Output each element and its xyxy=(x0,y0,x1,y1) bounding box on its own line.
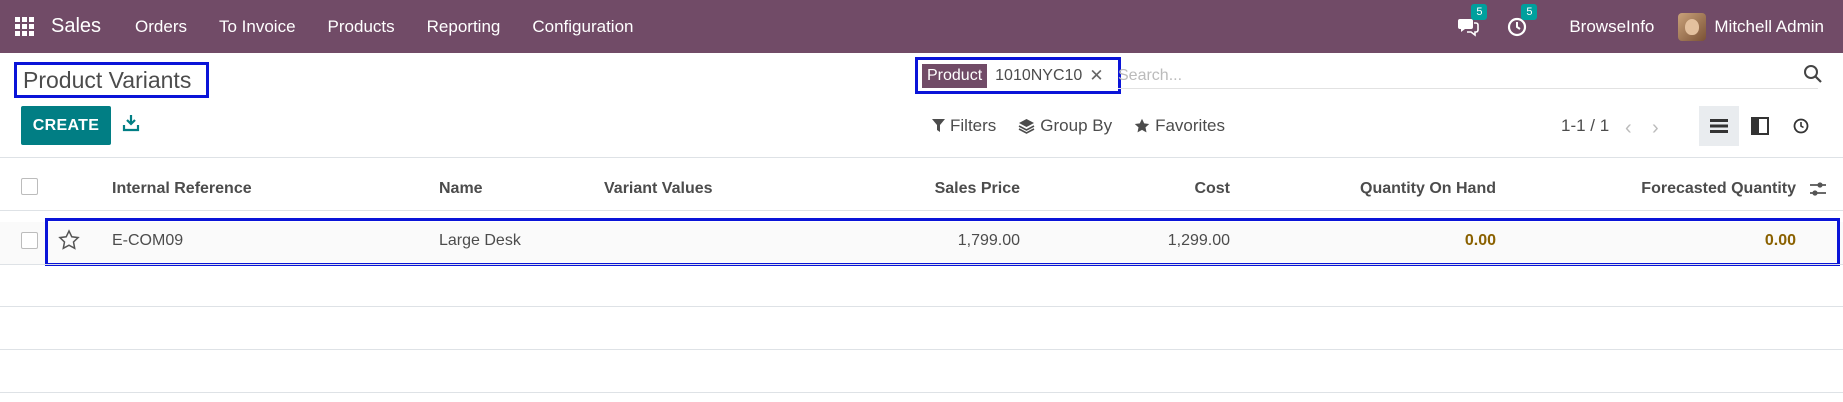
divider xyxy=(0,157,1843,158)
download-icon[interactable] xyxy=(122,114,140,132)
create-button[interactable]: CREATE xyxy=(21,106,111,145)
facet-value: 1010NYC10 xyxy=(995,67,1083,84)
list-view-button[interactable] xyxy=(1699,106,1739,146)
divider xyxy=(0,349,1843,350)
app-grid-icon[interactable] xyxy=(15,16,35,37)
clock-icon xyxy=(1508,17,1527,36)
column-header-cost[interactable]: Cost xyxy=(1030,180,1230,198)
menu-products[interactable]: Products xyxy=(312,17,411,37)
divider xyxy=(0,306,1843,307)
filters-label: Filters xyxy=(950,116,997,135)
column-header-sales-price[interactable]: Sales Price xyxy=(820,180,1020,198)
star-filled-icon xyxy=(1134,118,1150,133)
menu-to-invoice[interactable]: To Invoice xyxy=(203,17,312,37)
column-header-forecasted-quantity[interactable]: Forecasted Quantity xyxy=(1496,180,1796,198)
chevron-left-icon[interactable]: ‹ xyxy=(1625,117,1639,139)
list-icon xyxy=(1710,119,1728,133)
favorites-button[interactable]: Favorites xyxy=(1134,116,1225,136)
chevron-right-icon[interactable]: › xyxy=(1652,117,1666,139)
messages-button[interactable]: 5 xyxy=(1457,3,1488,37)
activities-badge: 5 xyxy=(1521,3,1538,20)
menu-reporting[interactable]: Reporting xyxy=(411,17,517,37)
page-title: Product Variants xyxy=(23,66,192,93)
group-by-label: Group By xyxy=(1040,116,1113,135)
activities-button[interactable]: 5 xyxy=(1507,3,1538,37)
company-switcher[interactable]: BrowseInfo xyxy=(1569,17,1654,37)
top-navbar: Sales Orders To Invoice Products Reporti… xyxy=(0,0,1843,53)
clock-icon xyxy=(1793,118,1809,134)
filter-icon xyxy=(932,119,945,132)
row-highlight xyxy=(45,218,1840,266)
divider xyxy=(0,392,1843,393)
select-all-checkbox[interactable] xyxy=(21,178,38,195)
column-header-quantity-on-hand[interactable]: Quantity On Hand xyxy=(1296,180,1496,198)
search-options: Filters Group By Favorites xyxy=(932,116,1247,136)
menu-configuration[interactable]: Configuration xyxy=(516,17,649,37)
kanban-view-button[interactable] xyxy=(1740,106,1780,146)
chat-icon xyxy=(1458,18,1480,37)
divider xyxy=(0,210,1843,211)
favorites-label: Favorites xyxy=(1155,116,1226,135)
search-input[interactable] xyxy=(1118,63,1818,89)
column-header-name[interactable]: Name xyxy=(439,180,483,198)
facet-label: Product xyxy=(922,64,988,88)
search-facet: Product 1010NYC10 ✕ xyxy=(922,64,1104,88)
divider xyxy=(0,264,1843,265)
column-settings-icon[interactable] xyxy=(1808,179,1828,199)
kanban-icon xyxy=(1751,117,1769,135)
row-checkbox[interactable] xyxy=(21,232,38,249)
column-header-variant-values[interactable]: Variant Values xyxy=(604,180,713,198)
app-name[interactable]: Sales xyxy=(51,15,101,38)
search-icon[interactable] xyxy=(1803,64,1823,84)
activity-view-button[interactable] xyxy=(1781,106,1821,146)
menu-orders[interactable]: Orders xyxy=(119,17,203,37)
avatar[interactable] xyxy=(1678,12,1707,41)
pager-value[interactable]: 1-1 / 1 xyxy=(1561,116,1609,136)
user-menu[interactable]: Mitchell Admin xyxy=(1714,17,1824,37)
facet-remove-icon[interactable]: ✕ xyxy=(1089,66,1103,86)
column-header-internal-reference[interactable]: Internal Reference xyxy=(112,180,252,198)
filters-button[interactable]: Filters xyxy=(932,116,996,136)
layers-icon xyxy=(1018,119,1035,134)
messages-badge: 5 xyxy=(1471,3,1488,20)
group-by-button[interactable]: Group By xyxy=(1018,116,1112,136)
page-title-highlight: Product Variants xyxy=(14,62,209,98)
